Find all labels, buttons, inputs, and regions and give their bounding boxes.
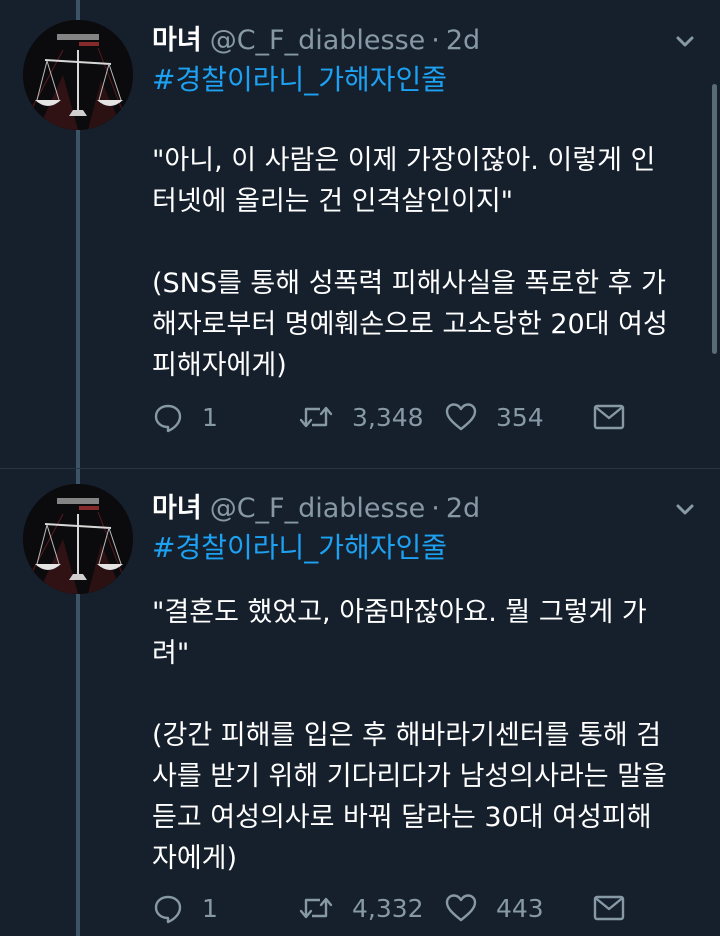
display-name[interactable]: 마녀 bbox=[152, 25, 202, 56]
reply-count: 1 bbox=[202, 893, 218, 923]
reply-count: 1 bbox=[202, 402, 218, 432]
reply-icon bbox=[154, 895, 182, 924]
display-name[interactable]: 마녀 bbox=[152, 493, 202, 524]
tweet-text-line: (SNS를 통해 성폭력 피해사실을 폭로한 후 가 bbox=[152, 268, 666, 299]
tweet-text-line: "아니, 이 사람은 이제 가장이잖아. 이렇게 인 bbox=[152, 145, 656, 176]
tweet-header: 마녀 @C_F_diablesse · 2d bbox=[152, 24, 480, 58]
tweet-text-line: 려" bbox=[152, 638, 190, 669]
like-button[interactable]: 354 bbox=[444, 397, 544, 437]
like-icon bbox=[445, 894, 477, 922]
chevron-down-icon[interactable] bbox=[670, 32, 700, 54]
like-button[interactable]: 443 bbox=[444, 888, 544, 928]
separator: · bbox=[431, 493, 440, 524]
retweet-count: 4,332 bbox=[352, 893, 424, 923]
tweet[interactable]: 마녀 @C_F_diablesse · 2d #경찰이라니_가해자인줄 "아니, 이 … bbox=[0, 0, 720, 468]
tweet-text-line: 터넷에 올리는 건 인격살인이지" bbox=[152, 186, 514, 217]
hashtag-link[interactable]: #경찰이라니_가해자인줄 bbox=[152, 62, 447, 98]
tweet-text-line: 듣고 여성의사로 바꿔 달라는 30대 여성피해 bbox=[152, 802, 652, 833]
user-handle[interactable]: @C_F_diablesse bbox=[210, 493, 426, 524]
separator: · bbox=[431, 25, 440, 56]
like-count: 354 bbox=[496, 402, 544, 432]
timestamp[interactable]: 2d bbox=[446, 25, 480, 56]
tweet-text-line: 해자로부터 명예훼손으로 고소당한 20대 여성 bbox=[152, 309, 668, 340]
tweet[interactable]: 마녀 @C_F_diablesse · 2d #경찰이라니_가해자인줄 "결혼도 했었… bbox=[0, 468, 720, 936]
tweet-actions: 1 3,348 354 bbox=[152, 397, 672, 437]
like-count: 443 bbox=[496, 893, 544, 923]
direct-message-icon bbox=[593, 404, 625, 430]
scales-of-justice-avatar-image bbox=[23, 20, 133, 130]
timestamp[interactable]: 2d bbox=[446, 493, 480, 524]
like-icon bbox=[445, 403, 477, 431]
reply-button[interactable]: 1 bbox=[152, 888, 218, 928]
hashtag-link[interactable]: #경찰이라니_가해자인줄 bbox=[152, 530, 447, 566]
retweet-button[interactable]: 4,332 bbox=[298, 888, 424, 928]
reply-icon bbox=[154, 404, 182, 433]
scrollbar[interactable] bbox=[712, 84, 717, 354]
retweet-icon bbox=[299, 897, 333, 919]
retweet-icon bbox=[299, 406, 333, 428]
retweet-count: 3,348 bbox=[352, 402, 424, 432]
direct-message-button[interactable] bbox=[592, 888, 626, 928]
tweet-text: "결혼도 했었고, 아줌마잖아요. 뭘 그렇게 가 려" (강간 피해를 입은 … bbox=[152, 592, 692, 879]
tweet-text-line: 사를 받기 위해 기다리다가 남성의사라는 말을 bbox=[152, 761, 667, 792]
avatar[interactable] bbox=[23, 20, 133, 130]
chevron-down-icon[interactable] bbox=[670, 500, 700, 522]
tweet-text-line: 자에게) bbox=[152, 843, 238, 874]
tweet-text-line: (강간 피해를 입은 후 해바라기센터를 통해 검 bbox=[152, 720, 662, 751]
direct-message-button[interactable] bbox=[592, 397, 626, 437]
scales-of-justice-avatar-image bbox=[23, 484, 133, 594]
reply-button[interactable]: 1 bbox=[152, 397, 218, 437]
tweet-text-line: "결혼도 했었고, 아줌마잖아요. 뭘 그렇게 가 bbox=[152, 597, 647, 628]
tweet-text-line: 피해자에게) bbox=[152, 350, 287, 381]
direct-message-icon bbox=[593, 895, 625, 921]
avatar[interactable] bbox=[23, 484, 133, 594]
timeline: 마녀 @C_F_diablesse · 2d #경찰이라니_가해자인줄 "아니, 이 … bbox=[0, 0, 720, 936]
retweet-button[interactable]: 3,348 bbox=[298, 397, 424, 437]
tweet-header: 마녀 @C_F_diablesse · 2d bbox=[152, 492, 480, 526]
tweet-text: "아니, 이 사람은 이제 가장이잖아. 이렇게 인 터넷에 올리는 건 인격살… bbox=[152, 140, 692, 386]
tweet-actions: 1 4,332 443 bbox=[152, 888, 672, 928]
user-handle[interactable]: @C_F_diablesse bbox=[210, 25, 426, 56]
